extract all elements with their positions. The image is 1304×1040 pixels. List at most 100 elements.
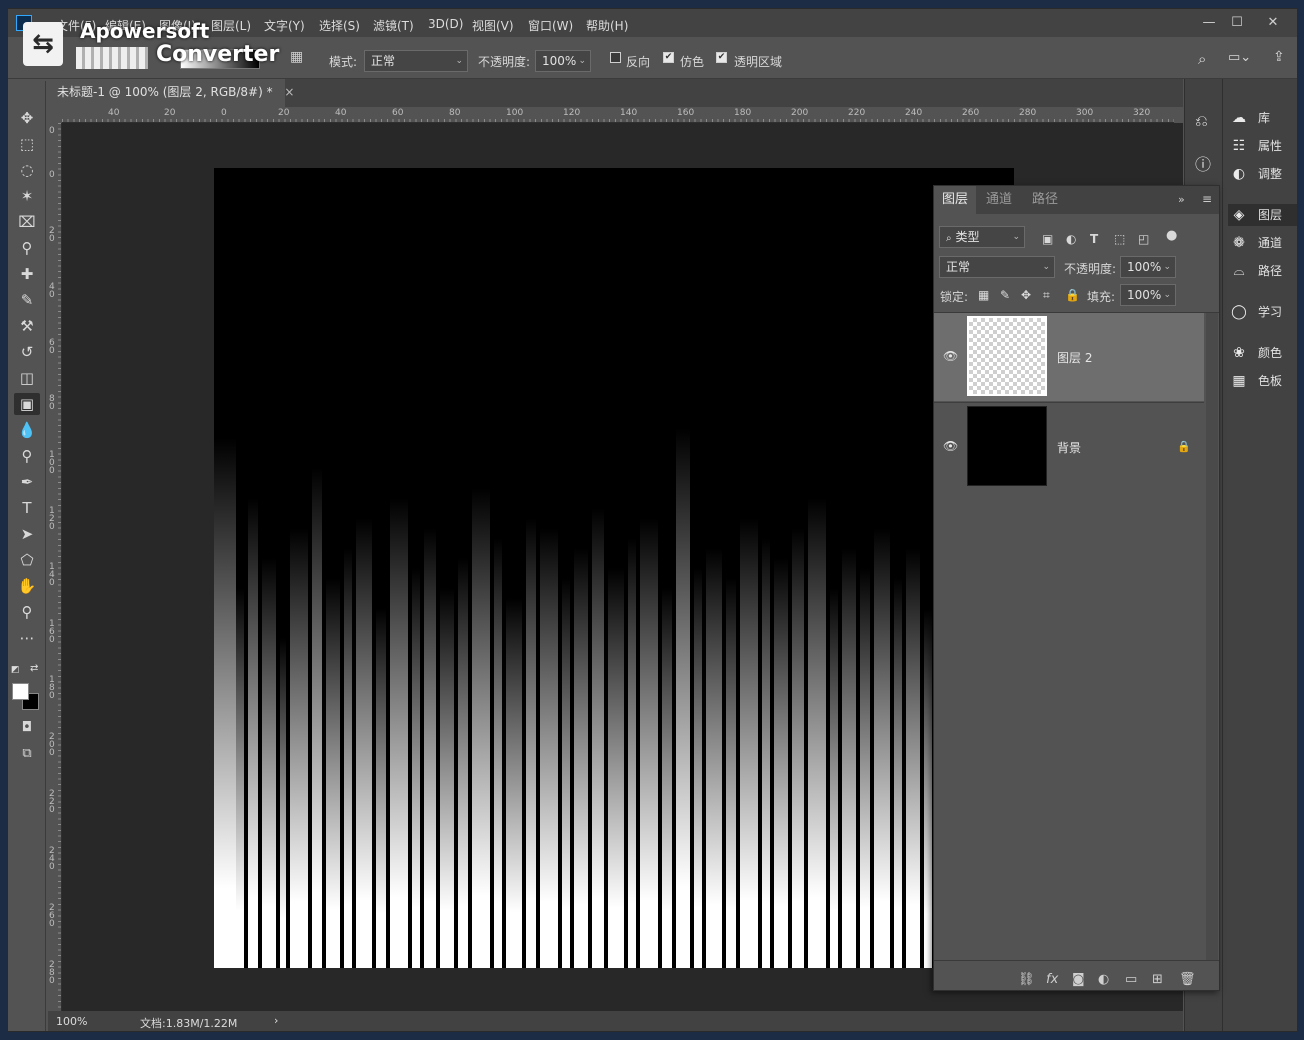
swap-colors-icon[interactable]: ⇄ bbox=[30, 663, 38, 674]
visibility-eye-icon[interactable]: 👁 bbox=[943, 349, 958, 363]
dock-item-color[interactable]: ❀ 颜色 bbox=[1228, 342, 1297, 364]
lock-artboard-icon[interactable]: ⌗ bbox=[1043, 288, 1050, 303]
vertical-ruler: 0 0 2 0 4 0 6 0 8 0 1 0 0 1 2 0 1 4 0 1 6 0 1 8 0 2… bbox=[46, 123, 62, 1013]
layer-row-background[interactable]: 👁 背景 🔒 bbox=[934, 402, 1204, 490]
menu-window[interactable]: 窗口(W) bbox=[528, 17, 573, 34]
mode-dropdown[interactable]: 正常 ⌄ bbox=[364, 50, 468, 72]
lasso-tool-icon[interactable]: ◌ bbox=[14, 159, 40, 181]
watermark-blur bbox=[76, 47, 148, 69]
filter-shape-icon[interactable]: ⬚ bbox=[1114, 232, 1125, 246]
zoom-level[interactable]: 100% bbox=[56, 1015, 87, 1028]
screen-mode-icon[interactable]: ⧉ bbox=[14, 743, 40, 765]
link-layers-icon[interactable]: ⛓ bbox=[1018, 972, 1035, 987]
tab-paths[interactable]: 路径 bbox=[1024, 186, 1066, 214]
status-menu-arrow[interactable]: › bbox=[274, 1014, 278, 1027]
lock-transparent-icon[interactable]: ▦ bbox=[978, 288, 989, 302]
dock-item-adjustments[interactable]: ◐ 调整 bbox=[1228, 163, 1297, 185]
dodge-tool-icon[interactable]: ⚲ bbox=[14, 445, 40, 467]
history-brush-tool-icon[interactable]: ↺ bbox=[14, 341, 40, 363]
minimize-button[interactable]: — bbox=[1196, 13, 1222, 33]
default-colors-icon[interactable]: ◩ bbox=[11, 665, 20, 675]
share-icon[interactable]: ⇪ bbox=[1273, 49, 1285, 65]
dock-item-paths[interactable]: ⌓ 路径 bbox=[1228, 260, 1297, 282]
dither-checkbox[interactable]: ✔ bbox=[663, 52, 674, 63]
eraser-tool-icon[interactable]: ◫ bbox=[14, 367, 40, 389]
dock-item-learn[interactable]: ◯ 学习 bbox=[1228, 301, 1297, 323]
layer-effects-icon[interactable]: fx bbox=[1046, 972, 1058, 987]
reverse-checkbox[interactable] bbox=[610, 52, 621, 63]
layer-row-layer2[interactable]: 👁 图层 2 bbox=[934, 313, 1204, 401]
visibility-eye-icon[interactable]: 👁 bbox=[943, 439, 958, 453]
transparency-checkbox[interactable]: ✔ bbox=[716, 52, 727, 63]
layer-filter-dropdown[interactable]: ⌕ 类型 ⌄ bbox=[939, 226, 1025, 248]
marquee-tool-icon[interactable]: ⬚ bbox=[14, 133, 40, 155]
filter-type-icon[interactable]: T bbox=[1090, 232, 1098, 246]
info-panel-icon[interactable]: ⓘ bbox=[1195, 151, 1211, 175]
new-layer-icon[interactable]: ⊞ bbox=[1152, 972, 1163, 987]
lock-position-icon[interactable]: ✥ bbox=[1021, 288, 1031, 302]
menu-select[interactable]: 选择(S) bbox=[319, 17, 360, 34]
add-mask-icon[interactable]: ◙ bbox=[1072, 972, 1085, 987]
pen-tool-icon[interactable]: ✒ bbox=[14, 471, 40, 493]
more-tools-icon[interactable]: ⋯ bbox=[14, 627, 40, 649]
stamp-tool-icon[interactable]: ⚒ bbox=[14, 315, 40, 337]
opacity-field[interactable]: 100% ⌄ bbox=[535, 50, 591, 72]
delete-layer-icon[interactable]: 🗑 bbox=[1179, 972, 1196, 987]
panel-dock: ☁ 库 ☷ 属性 ◐ 调整 ◈ 图层 ❁ 通道 ⌓ 路径 ◯ 学习 ❀ 颜色 ▦ 色板 bbox=[1222, 79, 1297, 1031]
filter-smart-object-icon[interactable]: ◰ bbox=[1138, 232, 1149, 246]
lock-all-icon[interactable]: 🔒 bbox=[1065, 288, 1080, 302]
image-canvas[interactable] bbox=[214, 168, 1014, 968]
maximize-button[interactable]: ☐ bbox=[1224, 13, 1250, 33]
dock-item-libraries[interactable]: ☁ 库 bbox=[1228, 107, 1297, 129]
new-adjustment-layer-icon[interactable]: ◐ bbox=[1098, 972, 1109, 987]
lock-pixels-icon[interactable]: ✎ bbox=[1000, 288, 1010, 302]
collapse-panel-icon[interactable]: » bbox=[1178, 193, 1185, 206]
menu-view[interactable]: 视图(V) bbox=[472, 17, 514, 34]
filter-pixel-icon[interactable]: ▣ bbox=[1042, 232, 1053, 246]
close-tab-icon[interactable]: × bbox=[284, 85, 294, 99]
close-window-button[interactable]: ✕ bbox=[1260, 13, 1286, 33]
shape-tool-icon[interactable]: ⬠ bbox=[14, 549, 40, 571]
gradient-streak bbox=[592, 508, 604, 968]
hand-tool-icon[interactable]: ✋ bbox=[14, 575, 40, 597]
filter-adjustment-icon[interactable]: ◐ bbox=[1066, 232, 1076, 246]
gradient-tool-icon[interactable]: ▣ bbox=[14, 393, 40, 415]
zoom-tool-icon[interactable]: ⚲ bbox=[14, 601, 40, 623]
layer-opacity-field[interactable]: 100% ⌄ bbox=[1120, 256, 1176, 278]
workspace-icon[interactable]: ▭⌄ bbox=[1228, 50, 1251, 65]
filter-toggle-icon[interactable]: ● bbox=[1166, 228, 1177, 243]
panel-menu-icon[interactable]: ≡ bbox=[1202, 192, 1212, 206]
new-group-icon[interactable]: ▭ bbox=[1125, 972, 1137, 987]
path-selection-tool-icon[interactable]: ➤ bbox=[14, 523, 40, 545]
tab-layers[interactable]: 图层 bbox=[934, 186, 976, 214]
eyedropper-tool-icon[interactable]: ⚲ bbox=[14, 237, 40, 259]
dock-item-swatches[interactable]: ▦ 色板 bbox=[1228, 370, 1297, 392]
layer-opacity-value: 100% bbox=[1127, 260, 1162, 274]
tab-channels[interactable]: 通道 bbox=[978, 186, 1020, 214]
gradient-streak bbox=[458, 558, 468, 968]
blur-tool-icon[interactable]: 💧 bbox=[14, 419, 40, 441]
dock-item-channels[interactable]: ❁ 通道 bbox=[1228, 232, 1297, 254]
foreground-color-swatch[interactable] bbox=[12, 683, 29, 700]
gradient-streak bbox=[774, 558, 788, 968]
lock-label: 锁定: bbox=[940, 290, 969, 304]
fill-field[interactable]: 100% ⌄ bbox=[1120, 284, 1176, 306]
layers-scrollbar[interactable] bbox=[1206, 313, 1218, 961]
menu-3d[interactable]: 3D(D) bbox=[428, 17, 463, 31]
dock-item-properties[interactable]: ☷ 属性 bbox=[1228, 135, 1297, 157]
type-tool-icon[interactable]: T bbox=[14, 497, 40, 519]
menu-filter[interactable]: 滤镜(T) bbox=[373, 17, 414, 34]
move-tool-icon[interactable]: ✥ bbox=[14, 107, 40, 129]
document-tab[interactable]: 未标题-1 @ 100% (图层 2, RGB/8#) * × bbox=[48, 79, 294, 107]
dock-item-layers[interactable]: ◈ 图层 bbox=[1228, 204, 1297, 226]
crop-tool-icon[interactable]: ⌧ bbox=[14, 211, 40, 233]
brush-tool-icon[interactable]: ✎ bbox=[14, 289, 40, 311]
learn-icon: ◯ bbox=[1231, 304, 1247, 320]
healing-brush-tool-icon[interactable]: ✚ bbox=[14, 263, 40, 285]
quick-mask-icon[interactable]: ◘ bbox=[14, 717, 40, 739]
blend-mode-dropdown[interactable]: 正常 ⌄ bbox=[939, 256, 1055, 278]
search-icon[interactable]: ⌕ bbox=[1198, 50, 1206, 68]
history-panel-icon[interactable]: ⎌ bbox=[1195, 111, 1208, 131]
magic-wand-tool-icon[interactable]: ✶ bbox=[14, 185, 40, 207]
menu-help[interactable]: 帮助(H) bbox=[586, 17, 628, 34]
